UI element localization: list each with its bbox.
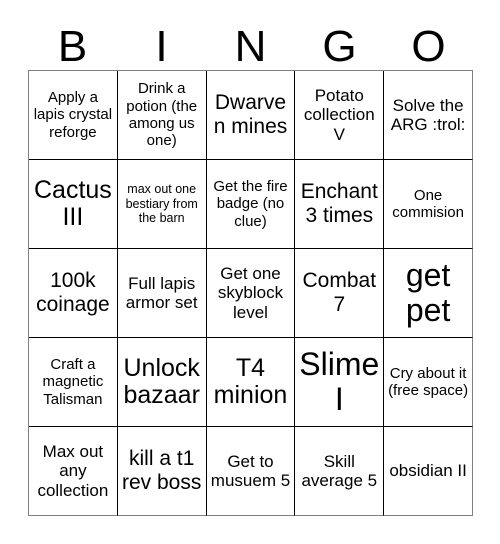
bingo-cell-label: Full lapis armor set [125, 273, 198, 312]
bingo-cell-label: Cactus III [33, 175, 112, 231]
bingo-cell-r5-c5[interactable]: obsidian II [384, 427, 473, 516]
bingo-cell-r1-c3[interactable]: Dwarven mines [206, 71, 296, 160]
bingo-cell-r5-c4[interactable]: Skill average 5 [295, 427, 385, 516]
bingo-cell-label: Apply a lapis crystal reforge [33, 88, 113, 141]
bingo-header-letter-i: I [155, 22, 168, 71]
bingo-cell-label: get pet [405, 257, 451, 328]
bingo-header-letter-b: B [57, 22, 88, 71]
bingo-cell-label: Craft a magnetic Talisman [42, 355, 104, 408]
bingo-grid: Apply a lapis crystal reforge Drink a pot… [28, 70, 473, 516]
bingo-cell-r3-c2[interactable]: Full lapis armor set [117, 249, 207, 338]
bingo-cell-r1-c2[interactable]: Drink a potion (the among us one) [117, 71, 207, 160]
bingo-card: B I N G O Apply a lapis crystal reforge D… [0, 0, 500, 544]
bingo-header-letter-n: N [234, 22, 267, 71]
bingo-cell-r5-c3[interactable]: Get to musuem 5 [206, 427, 296, 516]
bingo-cell-r2-c1[interactable]: Cactus III [29, 160, 118, 249]
bingo-cell-label: max out one bestiary from the barn [125, 181, 198, 226]
bingo-cell-label: 100k coinage [36, 269, 110, 316]
bingo-cell-label: obsidian II [389, 461, 467, 481]
bingo-header-letter-o: O [411, 22, 446, 71]
bingo-cell-r3-c1[interactable]: 100k coinage [29, 249, 118, 338]
bingo-cell-label: Cry about it (free space) [388, 364, 469, 399]
bingo-cell-label: Unlock bazaar [123, 353, 200, 409]
bingo-cell-label: T4 minion [213, 353, 288, 409]
bingo-cell-r1-c4[interactable]: Potato collection V [295, 71, 385, 160]
bingo-cell-label: Combat 7 [302, 269, 377, 316]
bingo-header-letter-g: G [322, 22, 357, 71]
bingo-cell-label: Enchant 3 times [300, 180, 378, 227]
bingo-cell-r2-c4[interactable]: Enchant 3 times [295, 160, 385, 249]
bingo-cell-r4-c1[interactable]: Craft a magnetic Talisman [29, 338, 118, 427]
bingo-cell-r2-c5[interactable]: One commision [384, 160, 473, 249]
bingo-cell-label: Skill average 5 [301, 451, 378, 490]
bingo-cell-label: Solve the ARG :trol: [390, 95, 466, 134]
bingo-cell-r4-c2[interactable]: Unlock bazaar [117, 338, 207, 427]
bingo-cell-label: One commision [392, 186, 464, 221]
bingo-cell-label: Get to musuem 5 [210, 451, 291, 490]
bingo-cell-r3-c5[interactable]: get pet [384, 249, 473, 338]
bingo-cell-label: Dwarven mines [213, 91, 288, 138]
bingo-cell-r5-c2[interactable]: kill a t1 rev boss [117, 427, 207, 516]
bingo-cell-r4-c4[interactable]: Slime I [295, 338, 385, 427]
bingo-cell-label: Slime I [299, 346, 380, 417]
bingo-cell-label: Get the fire badge (no clue) [213, 177, 288, 230]
bingo-cell-label: Max out any collection [37, 441, 109, 500]
bingo-cell-r2-c3[interactable]: Get the fire badge (no clue) [206, 160, 296, 249]
bingo-cell-label: Potato collection V [303, 85, 375, 144]
bingo-cell-r4-c5[interactable]: Cry about it (free space) [384, 338, 473, 427]
bingo-cell-r3-c4[interactable]: Combat 7 [295, 249, 385, 338]
bingo-cell-r5-c1[interactable]: Max out any collection [29, 427, 118, 516]
bingo-cell-label: kill a t1 rev boss [122, 447, 202, 494]
bingo-cell-r2-c2[interactable]: max out one bestiary from the barn [117, 160, 207, 249]
bingo-cell-label: Get one skyblock level [217, 263, 284, 322]
bingo-cell-r3-c3[interactable]: Get one skyblock level [206, 249, 296, 338]
bingo-cell-r1-c1[interactable]: Apply a lapis crystal reforge [29, 71, 118, 160]
bingo-cell-label: Drink a potion (the among us one) [126, 80, 198, 150]
bingo-header-row: B I N G O [28, 14, 473, 70]
bingo-cell-r4-c3[interactable]: T4 minion [206, 338, 296, 427]
bingo-cell-r1-c5[interactable]: Solve the ARG :trol: [384, 71, 473, 160]
